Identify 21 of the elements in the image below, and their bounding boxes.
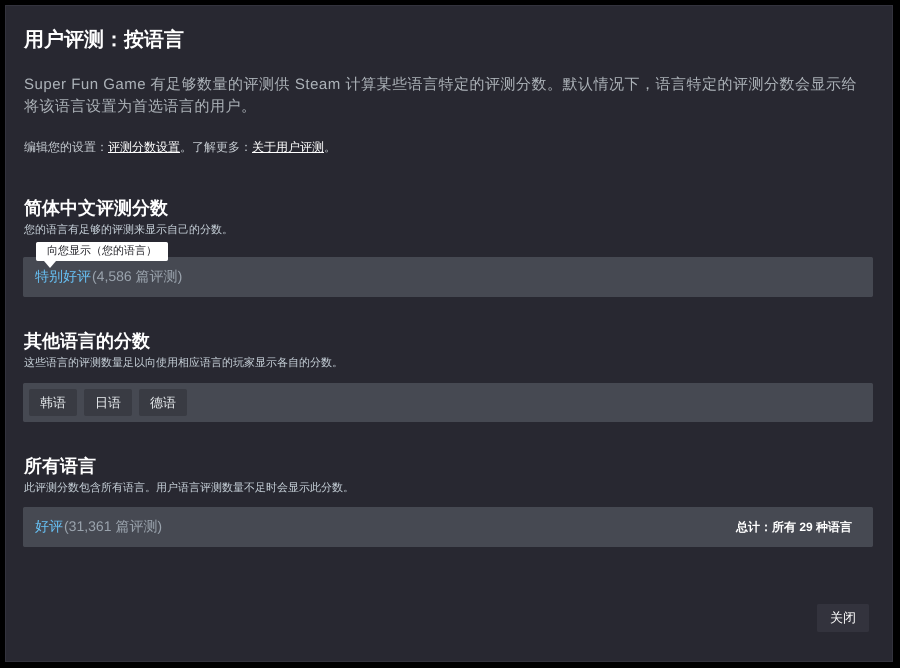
rating-label: 特别好评 — [35, 268, 91, 286]
section-subtitle: 此评测分数包含所有语言。用户语言评测数量不足时会显示此分数。 — [24, 481, 355, 495]
total-languages-label: 总计：所有 29 种语言 — [736, 518, 852, 536]
language-button[interactable]: 韩语 — [29, 389, 77, 416]
language-button[interactable]: 日语 — [84, 389, 132, 416]
section-heading: 简体中文评测分数 — [24, 197, 169, 220]
close-button[interactable]: 关闭 — [817, 604, 869, 632]
review-count: (4,586 篇评测) — [92, 268, 182, 286]
section-subtitle: 这些语言的评测数量足以向使用相应语言的玩家显示各自的分数。 — [24, 356, 344, 370]
dialog-title: 用户评测：按语言 — [24, 28, 185, 53]
text-link[interactable]: 评测分数设置 — [108, 140, 180, 154]
intro-text: Super Fun Game 有足够数量的评测供 Steam 计算某些语言特定的评测分数。默认情况下，语言特定的评测分数会显示给将该语言设置为首选语言的用户。 — [24, 75, 858, 117]
section-heading: 其他语言的分数 — [24, 330, 151, 353]
section-subtitle: 您的语言有足够的评测来显示自己的分数。 — [24, 223, 234, 237]
section-heading: 所有语言 — [24, 455, 97, 478]
text-link[interactable]: 关于用户评测 — [252, 140, 324, 154]
rating-label: 好评 — [35, 518, 63, 536]
settings-note: 编辑您的设置：评测分数设置。了解更多：关于用户评测。 — [24, 139, 337, 156]
language-button[interactable]: 德语 — [139, 389, 187, 416]
tooltip-pointer-icon — [44, 261, 56, 268]
review-count: (31,361 篇评测) — [64, 518, 162, 536]
